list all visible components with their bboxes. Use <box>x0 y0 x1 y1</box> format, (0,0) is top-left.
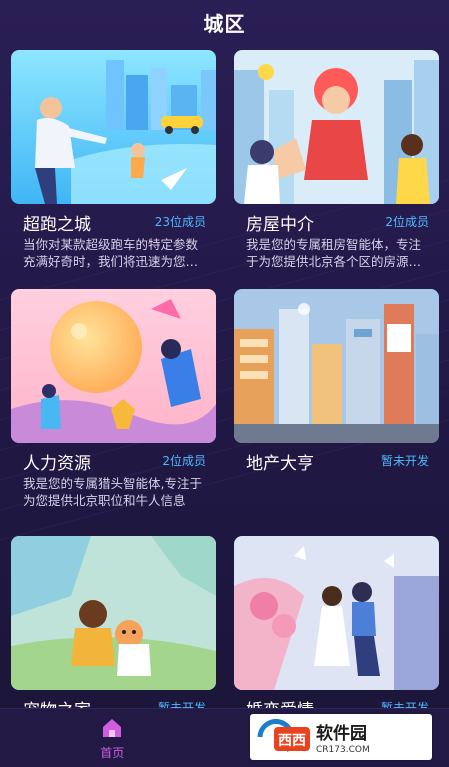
watermark-mark-icon: 西西 <box>257 719 310 752</box>
card-title: 人力资源 <box>23 454 91 474</box>
card-love-marriage[interactable]: 婚恋爱情 暂未开发 <box>234 536 439 710</box>
card-image-tycoon <box>234 289 439 443</box>
tab-home[interactable]: 首页 <box>0 709 225 767</box>
svg-text:西西: 西西 <box>278 733 306 749</box>
top-bar: 城区 <box>0 0 449 44</box>
community-grid: 超跑之城 23位成员 当你对某款超级跑车的特定参数充满好奇时，我们将迅速为您解答 <box>11 50 439 710</box>
card-image-housing <box>234 50 439 204</box>
watermark-brand: 软件园 <box>316 724 367 744</box>
page-title: 城区 <box>203 11 246 36</box>
member-count-badge: 2位成员 <box>385 215 429 229</box>
card-title: 地产大亨 <box>246 454 314 474</box>
tab-home-label: 首页 <box>100 746 125 760</box>
card-supercar-city[interactable]: 超跑之城 23位成员 当你对某款超级跑车的特定参数充满好奇时，我们将迅速为您解答 <box>11 50 216 280</box>
watermark-logo: 西西 软件园 CR173.COM <box>250 714 432 760</box>
status-badge: 暂未开发 <box>380 454 429 468</box>
card-description: 我是您的专属租房智能体，专注于为您提供北京各个区的房源信息 <box>246 237 422 269</box>
card-title: 超跑之城 <box>23 215 91 235</box>
card-description: 我是您的专属猎头智能体,专注于为您提供北京职位和牛人信息 <box>23 476 202 508</box>
card-pet-home[interactable]: 宠物之家 暂未开发 <box>11 536 216 710</box>
card-housing-agency[interactable]: 房屋中介 2位成员 我是您的专属租房智能体，专注于为您提供北京各个区的房源信息 <box>234 50 439 280</box>
card-image-pet <box>11 536 216 690</box>
card-image-supercar <box>11 50 216 204</box>
member-count-badge: 2位成员 <box>162 454 206 468</box>
card-image-hr <box>11 289 216 443</box>
watermark-url: CR173.COM <box>316 745 370 755</box>
card-title: 房屋中介 <box>246 215 314 235</box>
card-image-love <box>234 536 439 690</box>
home-icon <box>103 719 122 737</box>
member-count-badge: 23位成员 <box>154 215 206 229</box>
card-real-estate-tycoon[interactable]: 地产大亨 暂未开发 <box>234 289 439 519</box>
card-human-resources[interactable]: 人力资源 2位成员 我是您的专属猎头智能体,专注于为您提供北京职位和牛人信息 <box>11 289 216 519</box>
card-description: 当你对某款超级跑车的特定参数充满好奇时，我们将迅速为您解答 <box>23 237 199 269</box>
